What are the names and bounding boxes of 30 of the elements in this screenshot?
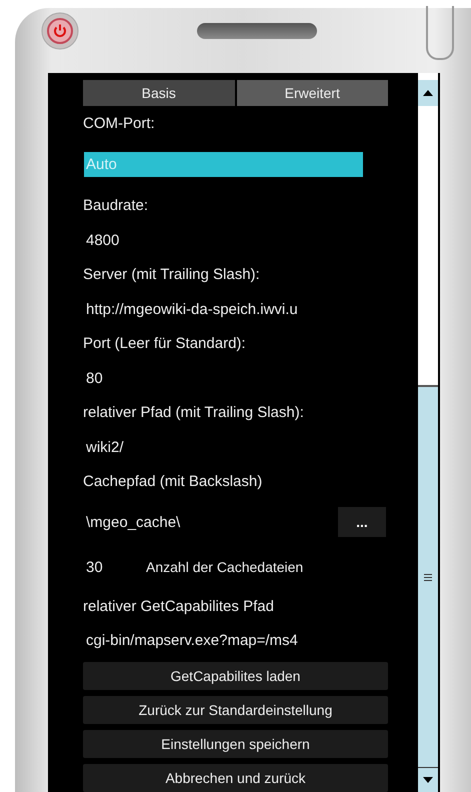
action-button[interactable]: GetCapabilites laden <box>83 662 388 690</box>
action-button[interactable]: Einstellungen speichern <box>83 730 388 758</box>
field-label: relativer Pfad (mit Trailing Slash): <box>83 404 304 422</box>
field-label: Baudrate: <box>83 197 148 214</box>
input-field[interactable]: wiki2/ <box>86 438 124 456</box>
input-field[interactable]: 4800 <box>86 232 120 249</box>
input-field[interactable]: cgi-bin/mapserv.exe?map=/ms4 <box>86 632 298 650</box>
field-label: Server (mit Trailing Slash): <box>83 266 260 284</box>
field-label: Cachepfad (mit Backslash) <box>83 473 262 490</box>
scroll-down-button[interactable] <box>418 767 438 792</box>
grip-icon <box>424 574 432 580</box>
scroll-up-button[interactable] <box>418 80 438 106</box>
power-icon[interactable] <box>41 12 79 50</box>
browse-button[interactable]: ... <box>338 507 386 537</box>
input-field[interactable]: 80 <box>86 370 103 387</box>
action-button[interactable]: Abbrechen und zurück <box>83 764 388 792</box>
down-arrow-icon <box>423 777 433 783</box>
field-label: COM-Port: <box>83 114 155 132</box>
field-label: Anzahl der Cachedateien <box>146 559 304 575</box>
field-label: Port (Leer für Standard): <box>83 335 246 352</box>
tab[interactable]: Basis <box>83 80 234 106</box>
side-button[interactable] <box>426 6 454 60</box>
field-label: relativer GetCapabilites Pfad <box>83 598 274 615</box>
scroll-thumb[interactable] <box>418 385 438 767</box>
up-arrow-icon <box>423 90 433 96</box>
input-field[interactable]: 30 <box>86 558 146 576</box>
action-button[interactable]: Zurück zur Standardeinstellung <box>83 696 388 724</box>
input-field[interactable]: http://mgeowiki-da-speich.iwvi.u <box>86 300 298 318</box>
input-field[interactable]: \mgeo_cache\ <box>86 514 180 530</box>
tab[interactable]: Erweitert <box>236 80 388 106</box>
